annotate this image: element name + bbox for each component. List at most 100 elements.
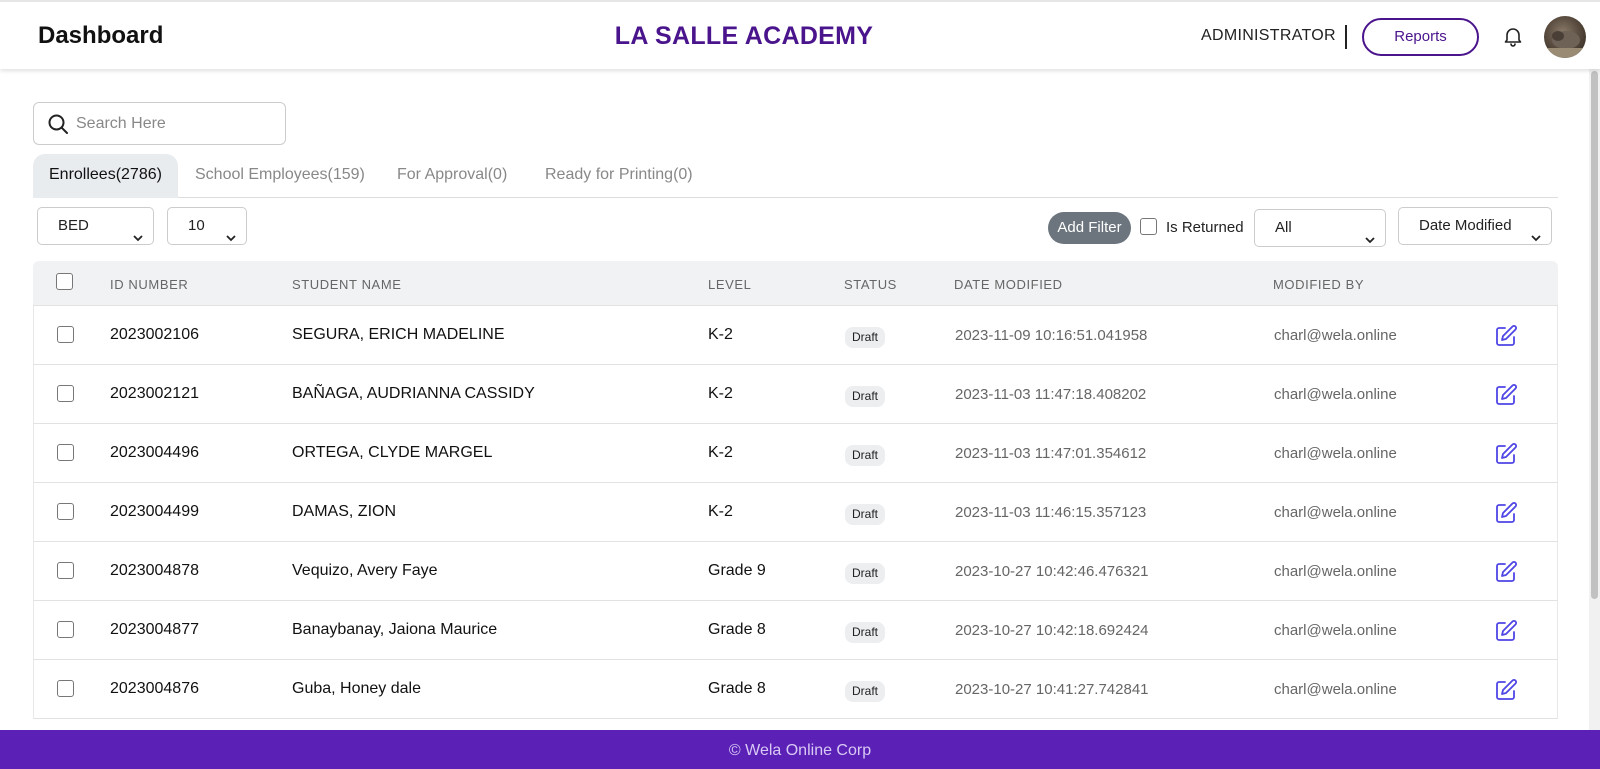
tab-ready-for-printing[interactable]: Ready for Printing(0) — [529, 154, 709, 198]
table-row[interactable]: 2023004499 DAMAS, ZION K-2 Draft 2023-11-03 … — [33, 483, 1558, 542]
cell-student-name: Banaybanay, Jaiona Maurice — [292, 621, 498, 638]
column-header-date-modified[interactable]: DATE MODIFIED — [954, 277, 1063, 292]
cell-date-modified: 2023-10-27 10:42:18.692424 — [955, 622, 1149, 639]
table-row[interactable]: 2023002106 SEGURA, ERICH MADELINE K-2 Draft… — [33, 306, 1558, 365]
cell-student-name: BAÑAGA, AUDRIANNA CASSIDY — [292, 385, 535, 402]
column-header-level[interactable]: LEVEL — [708, 277, 751, 292]
cell-level: K-2 — [708, 444, 733, 461]
cell-level: K-2 — [708, 326, 733, 343]
cell-student-name: ORTEGA, CLYDE MARGEL — [292, 444, 493, 461]
is-returned-checkbox[interactable] — [1140, 218, 1157, 235]
footer: © Wela Online Corp — [0, 730, 1600, 769]
bell-icon[interactable] — [1501, 24, 1525, 48]
cell-modified-by: charl@wela.online — [1274, 622, 1397, 639]
table-row[interactable]: 2023004877 Banaybanay, Jaiona Maurice Grad… — [33, 601, 1558, 660]
cell-modified-by: charl@wela.online — [1274, 563, 1397, 580]
cell-date-modified: 2023-11-09 10:16:51.041958 — [955, 327, 1148, 344]
cell-id-number: 2023004877 — [110, 621, 199, 638]
status-filter-select[interactable]: All — [1254, 209, 1386, 247]
sort-by-value: Date Modified — [1419, 217, 1512, 234]
edit-icon[interactable] — [1494, 501, 1518, 525]
edit-icon[interactable] — [1494, 678, 1518, 702]
department-select[interactable]: BED — [37, 207, 154, 245]
top-header: Dashboard LA SALLE ACADEMY ADMINISTRATOR… — [0, 0, 1600, 69]
row-checkbox[interactable] — [57, 621, 74, 638]
column-header-status[interactable]: STATUS — [844, 277, 897, 292]
edit-icon[interactable] — [1494, 324, 1518, 348]
row-checkbox[interactable] — [57, 503, 74, 520]
is-returned-label: Is Returned — [1166, 219, 1244, 236]
chevron-down-icon — [133, 221, 143, 242]
cell-modified-by: charl@wela.online — [1274, 504, 1397, 521]
search-box[interactable] — [33, 102, 286, 145]
cell-modified-by: charl@wela.online — [1274, 681, 1397, 698]
cell-modified-by: charl@wela.online — [1274, 327, 1397, 344]
status-badge: Draft — [845, 622, 886, 643]
cell-id-number: 2023004499 — [110, 503, 199, 520]
cell-id-number: 2023002121 — [110, 385, 199, 402]
select-all-checkbox[interactable] — [56, 273, 73, 290]
cell-student-name: SEGURA, ERICH MADELINE — [292, 326, 505, 343]
status-badge: Draft — [845, 681, 886, 702]
table-header: ID NUMBER STUDENT NAME LEVEL STATUS DATE… — [33, 261, 1558, 306]
cell-date-modified: 2023-11-03 11:47:01.354612 — [955, 445, 1147, 462]
cell-id-number: 2023004876 — [110, 680, 199, 697]
cell-student-name: DAMAS, ZION — [292, 503, 397, 520]
cell-modified-by: charl@wela.online — [1274, 386, 1397, 403]
tab-enrollees[interactable]: Enrollees(2786) — [33, 154, 178, 198]
row-checkbox[interactable] — [57, 326, 74, 343]
edit-icon[interactable] — [1494, 383, 1518, 407]
column-header-student-name[interactable]: STUDENT NAME — [292, 277, 402, 292]
page-size-select[interactable]: 10 — [167, 207, 247, 245]
search-input[interactable] — [76, 111, 276, 137]
row-checkbox[interactable] — [57, 562, 74, 579]
row-checkbox[interactable] — [57, 680, 74, 697]
chevron-down-icon — [1531, 221, 1541, 242]
status-badge: Draft — [845, 563, 886, 584]
chevron-down-icon — [1365, 223, 1375, 244]
scrollbar-thumb[interactable] — [1591, 71, 1598, 599]
add-filter-button[interactable]: Add Filter — [1048, 212, 1131, 244]
edit-icon[interactable] — [1494, 619, 1518, 643]
cell-modified-by: charl@wela.online — [1274, 445, 1397, 462]
footer-copyright: © Wela Online Corp — [728, 742, 872, 759]
user-role: ADMINISTRATOR — [1201, 27, 1336, 44]
reports-button[interactable]: Reports — [1362, 18, 1479, 56]
tab-bar: Enrollees(2786) School Employees(159) Fo… — [33, 154, 1558, 198]
status-badge: Draft — [845, 445, 886, 466]
table-row[interactable]: 2023004878 Vequizo, Avery Faye Grade 9 Draf… — [33, 542, 1558, 601]
cell-date-modified: 2023-11-03 11:47:18.408202 — [955, 386, 1147, 403]
tab-for-approval[interactable]: For Approval(0) — [381, 154, 523, 198]
edit-icon[interactable] — [1494, 560, 1518, 584]
status-badge: Draft — [845, 504, 886, 525]
header-divider — [1345, 25, 1347, 49]
cell-level: K-2 — [708, 385, 733, 402]
search-icon — [47, 113, 69, 135]
table-row[interactable]: 2023004876 Guba, Honey dale Grade 8 Draft 20… — [33, 660, 1558, 719]
cell-level: Grade 8 — [708, 621, 766, 638]
table-row[interactable]: 2023002121 BAÑAGA, AUDRIANNA CASSIDY K-2 Dr… — [33, 365, 1558, 424]
page-size-select-value: 10 — [188, 217, 205, 234]
cell-date-modified: 2023-10-27 10:41:27.742841 — [955, 681, 1149, 698]
department-select-value: BED — [58, 217, 89, 234]
cell-level: Grade 9 — [708, 562, 766, 579]
status-badge: Draft — [845, 327, 886, 348]
table-row[interactable]: 2023004496 ORTEGA, CLYDE MARGEL K-2 Draft 20… — [33, 424, 1558, 483]
cell-level: K-2 — [708, 503, 733, 520]
row-checkbox[interactable] — [57, 385, 74, 402]
column-header-id[interactable]: ID NUMBER — [110, 277, 188, 292]
tab-school-employees[interactable]: School Employees(159) — [179, 154, 381, 198]
status-filter-value: All — [1275, 219, 1292, 236]
cell-level: Grade 8 — [708, 680, 766, 697]
page-scrollbar[interactable] — [1589, 69, 1600, 730]
avatar[interactable] — [1544, 16, 1586, 58]
column-header-modified-by[interactable]: MODIFIED BY — [1273, 277, 1364, 292]
edit-icon[interactable] — [1494, 442, 1518, 466]
sort-by-select[interactable]: Date Modified — [1398, 207, 1552, 245]
cell-student-name: Vequizo, Avery Faye — [292, 562, 438, 579]
row-checkbox[interactable] — [57, 444, 74, 461]
cell-student-name: Guba, Honey dale — [292, 680, 421, 697]
cell-date-modified: 2023-10-27 10:42:46.476321 — [955, 563, 1149, 580]
cell-id-number: 2023004878 — [110, 562, 199, 579]
cell-id-number: 2023004496 — [110, 444, 199, 461]
